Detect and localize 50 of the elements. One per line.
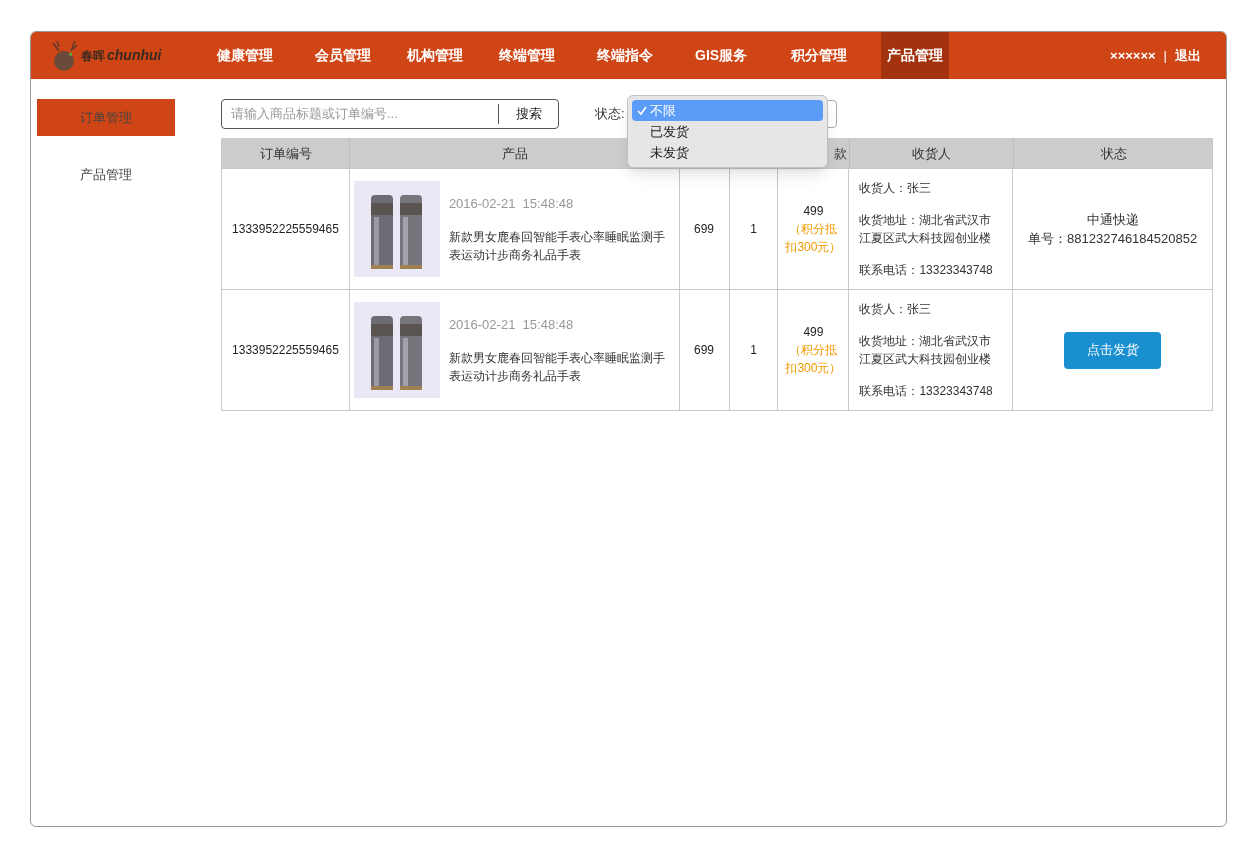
brand-name-latin: chunhui bbox=[107, 46, 162, 65]
brand-name: 春晖 bbox=[81, 47, 105, 65]
search-button[interactable]: 搜索 bbox=[498, 103, 558, 124]
receiver-address: 收货地址：湖北省武汉市江夏区武大科技园创业楼 bbox=[859, 212, 993, 247]
table-cell-text: 699 bbox=[694, 221, 715, 238]
product-title: 新款男女鹿春回智能手表心率睡眠监测手表运动计步商务礼品手表 bbox=[448, 228, 666, 264]
column-header: 款 bbox=[834, 144, 847, 163]
dropdown-option[interactable]: 不限 bbox=[632, 100, 823, 121]
logout-link[interactable]: 退出 bbox=[1175, 45, 1201, 66]
table-cell-text: 1333952225559465 bbox=[232, 342, 339, 359]
paid-amount: 499 bbox=[803, 203, 824, 220]
receiver-phone: 联系电话：13323343748 bbox=[859, 262, 994, 279]
product-title: 新款男女鹿春回智能手表心率睡眠监测手表运动计步商务礼品手表 bbox=[448, 349, 666, 385]
order-time: 2016-02-21 15:48:48 bbox=[448, 316, 575, 335]
nav-tab[interactable]: 终端管理 bbox=[493, 32, 561, 79]
carrier-name: 中通快递 bbox=[1086, 210, 1139, 229]
check-icon bbox=[637, 105, 647, 116]
paid-amount: 499 bbox=[803, 324, 824, 341]
receiver-address: 收货地址：湖北省武汉市江夏区武大科技园创业楼 bbox=[859, 333, 993, 368]
separator: | bbox=[1163, 46, 1167, 65]
deer-logo-icon bbox=[49, 38, 79, 73]
ship-button[interactable]: 点击发货 bbox=[1064, 331, 1162, 369]
points-discount: （积分抵扣300元） bbox=[784, 342, 843, 377]
nav-tab[interactable]: 健康管理 bbox=[211, 32, 279, 79]
nav-tab[interactable]: GIS服务 bbox=[689, 32, 754, 79]
table-cell-text: 1333952225559465 bbox=[232, 221, 339, 238]
nav-tab[interactable]: 机构管理 bbox=[401, 32, 469, 79]
sidebar-item[interactable]: 产品管理 bbox=[37, 156, 175, 193]
table-cell-text: 1 bbox=[750, 221, 757, 238]
table-cell-text: 699 bbox=[694, 342, 715, 359]
dropdown-option[interactable]: 已发货 bbox=[632, 121, 823, 142]
status-label: 状态: bbox=[595, 104, 625, 123]
tracking-number: 单号：881232746184520852 bbox=[1028, 230, 1198, 248]
table-cell-text: 1 bbox=[750, 342, 757, 359]
search-field[interactable]: 请输入商品标题或订单编号... 搜索 bbox=[221, 98, 559, 129]
nav-tab[interactable]: 产品管理 bbox=[881, 32, 950, 79]
user-name: ×××××× bbox=[1110, 46, 1156, 65]
dropdown-option[interactable]: 未发货 bbox=[632, 142, 823, 163]
receiver-name: 收货人：张三 bbox=[859, 180, 933, 197]
nav-tab[interactable]: 会员管理 bbox=[309, 32, 377, 79]
nav-tab[interactable]: 积分管理 bbox=[785, 32, 854, 79]
column-header: 产品 bbox=[501, 144, 528, 163]
column-header: 收货人 bbox=[912, 144, 951, 163]
points-discount: （积分抵扣300元） bbox=[784, 221, 843, 256]
column-header: 状态 bbox=[1100, 144, 1127, 163]
nav-tab[interactable]: 终端指令 bbox=[591, 32, 659, 79]
order-time: 2016-02-21 15:48:48 bbox=[448, 195, 575, 214]
receiver-name: 收货人：张三 bbox=[859, 301, 933, 318]
column-header: 订单编号 bbox=[259, 144, 312, 163]
receiver-phone: 联系电话：13323343748 bbox=[859, 383, 994, 400]
